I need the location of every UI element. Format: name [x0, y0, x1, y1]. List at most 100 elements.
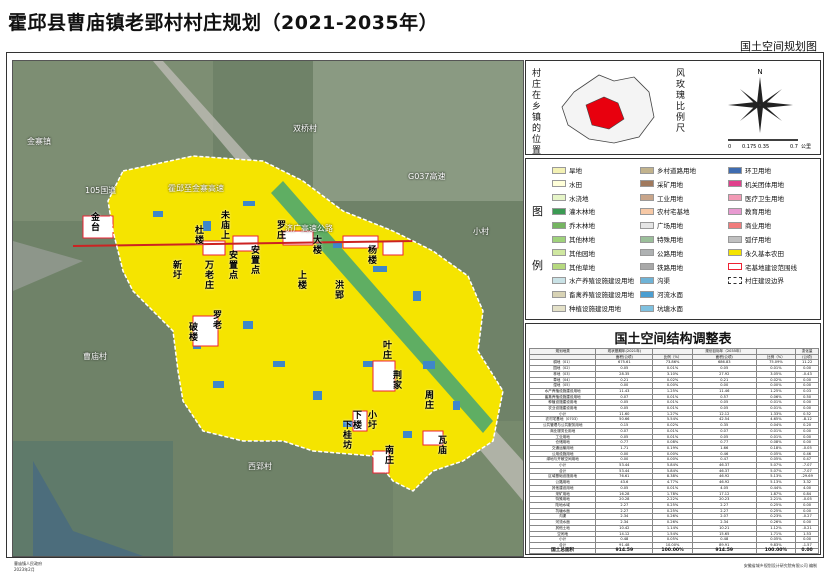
table-row: 交通运输用地 1.71 0.19% 1.66 0.18% -0.05 [528, 444, 819, 452]
village-label: 破楼 [189, 323, 199, 343]
village-label: 荆家 [393, 371, 403, 391]
village-label: 大楼 [313, 236, 323, 256]
legend-label: 水田 [569, 180, 582, 189]
legend-item: 其他草地 [552, 262, 595, 272]
legend-label: 铁路用地 [657, 263, 683, 272]
village-label: 杜楼 [195, 226, 205, 246]
village-label: 罗老 [213, 311, 223, 331]
legend-label: 水产养殖设施建设用地 [569, 277, 634, 286]
structure-table: 规划地类 现状基期年(2021年) 规划目标年（2035年） 变化量 面积(公顷) 比例（… [528, 348, 819, 555]
place-label-caomiao: 曹庙村 [83, 352, 107, 361]
table-row: 区域基础设施用地 76.61 8.38% 46.92 5.13% -29.69 [528, 473, 819, 481]
legend-item: 其他园地 [552, 248, 595, 258]
location-panel: 村庄在乡镇的位置 风玫瑰比例尺 N 0 0.175 0.35 0.7 公里 [525, 60, 821, 156]
village-label: 小圩 [368, 411, 378, 431]
svg-text:0: 0 [728, 144, 731, 150]
legend-item: 河流水面 [640, 289, 683, 299]
legend-swatch [552, 194, 566, 202]
road-label-expressway: 霍邱至金寨高速 [168, 184, 224, 193]
wind-rose-label: 风玫瑰比例尺 [676, 69, 686, 134]
place-label-xiying: 西郢村 [248, 462, 272, 471]
legend-label: 旱地 [569, 167, 582, 175]
legend-item: 水产养殖设施建设用地 [552, 275, 634, 285]
legend-item: 采矿用地 [640, 179, 683, 189]
legend-label: 特殊用地 [657, 236, 683, 244]
legend-item: 沟渠 [640, 275, 670, 285]
legend-swatch [728, 207, 742, 215]
legend-label: 商业用地 [745, 222, 771, 231]
legend-label: 环卫用地 [745, 167, 771, 175]
legend-item: 宅基地建设范围线 [728, 262, 797, 272]
table-row: 畜禽养殖设施建设用地 0.07 0.01% 0.57 0.06% 0.50 [528, 393, 819, 401]
legend-swatch [640, 166, 654, 174]
legend-label: 教育用地 [745, 208, 771, 217]
legend-item: 种植设施建设用地 [552, 303, 621, 313]
village-label: 未庙上 [221, 211, 231, 241]
legend-item: 永久基本农田 [728, 248, 784, 258]
legend-swatch [552, 290, 566, 298]
village-label: 叶庄 [383, 341, 393, 361]
village-label: 下桂坊 [343, 421, 353, 451]
legend-item: 广场用地 [640, 220, 683, 230]
village-label: 上楼 [298, 271, 308, 291]
place-label-xiaocun: 小村 [473, 227, 489, 236]
place-label-shuangqiao: 双桥村 [293, 124, 317, 133]
place-label-jinzhai: 金寨镇 [27, 137, 51, 146]
page-title: 霍邱县曹庙镇老郢村村庄规划（2021-2035年） [8, 12, 439, 34]
legend-swatch [728, 221, 742, 229]
village-label: 万老庄 [205, 261, 215, 291]
village-label: 安置点 [251, 246, 261, 276]
structure-table-panel: 国土空间结构调整表 规划地类 现状基期年(2021年) 规划目标年（2035年） 变化… [525, 323, 821, 555]
road-label-105: 105国道 [85, 186, 117, 195]
table-row: 公共管理与公共服务用地 0.15 0.02% 0.35 0.04% 0.20 [528, 422, 819, 429]
legend-swatch [640, 290, 654, 298]
legend-label: 灌木林地 [569, 208, 595, 217]
legend-item: 水田 [552, 179, 582, 189]
legend-swatch [552, 180, 566, 188]
legend-swatch [552, 249, 566, 257]
legend-swatch [640, 249, 654, 257]
table-row: 其他建设用地 0.05 0.01% 4.05 0.44% 4.00 [528, 484, 819, 492]
legend-swatch [728, 249, 742, 257]
legend-label: 村庄建设边界 [745, 277, 784, 286]
legend-item: 乔木林地 [552, 220, 595, 230]
legend-label: 其他园地 [569, 249, 595, 258]
legend-label: 弧仔用地 [745, 236, 771, 244]
table-row: 公用设施用地 0.00 0.00% 0.46 0.05% 0.46 [528, 450, 819, 458]
legend-label: 工业用地 [657, 194, 683, 203]
legend-item: 弧仔用地 [728, 234, 771, 244]
table-title: 国土空间结构调整表 [614, 332, 732, 347]
legend-swatch [728, 235, 742, 243]
village-label: 杨楼 [368, 246, 378, 266]
legend-swatch [552, 166, 566, 174]
road-label-g037: G037高速 [408, 172, 446, 181]
village-label: 南庄 [385, 446, 395, 466]
table-row: 农业设施建设用地 0.05 0.01% 0.05 0.01% 0.00 [528, 405, 819, 412]
legend-label: 采矿用地 [657, 180, 683, 189]
footer-right: 安徽省城乡规划设计研究院有限公司 编制 [743, 563, 817, 568]
table-cell: 914.59 [691, 547, 757, 555]
village-label: 瓦庙 [438, 436, 448, 456]
village-label: 安置点 [229, 251, 239, 281]
legend-label: 宅基地建设范围线 [745, 263, 797, 272]
legend-heading-2: 例 [532, 259, 543, 272]
legend-item: 农村宅基地 [640, 206, 690, 216]
village-label: 洪郢 [335, 281, 345, 301]
svg-text:0.175: 0.175 [742, 144, 756, 150]
location-label: 村庄在乡镇的位置 [532, 69, 542, 156]
table-row: 绿地与开敞空间用地 0.00 0.00% 0.47 0.05% 0.47 [528, 456, 819, 464]
legend-swatch [728, 194, 742, 202]
village-label: 下楼 [353, 411, 363, 431]
planning-map[interactable]: 105国道 霍邱至金寨高速 济广高速公路 G037高速 双桥村 金寨镇 曹庙村 … [12, 60, 524, 557]
legend-swatch [640, 207, 654, 215]
wind-rose-icon [728, 77, 793, 133]
svg-text:0.35: 0.35 [758, 144, 769, 150]
table-row: 水产养殖设施建设用地 11.43 1.25% 11.46 1.25% 0.03 [528, 387, 819, 395]
legend-item: 灌木林地 [552, 206, 595, 216]
legend-label: 河流水面 [657, 291, 683, 300]
legend-item: 村庄建设边界 [728, 275, 784, 285]
table-cell: 914.59 [595, 547, 654, 555]
table-row: 农村宅基地（0703） 50.66 5.54% 42.54 4.65% -8.12 [528, 416, 819, 424]
legend-label: 水浇地 [569, 194, 589, 203]
village-label: 金台 [91, 213, 101, 233]
